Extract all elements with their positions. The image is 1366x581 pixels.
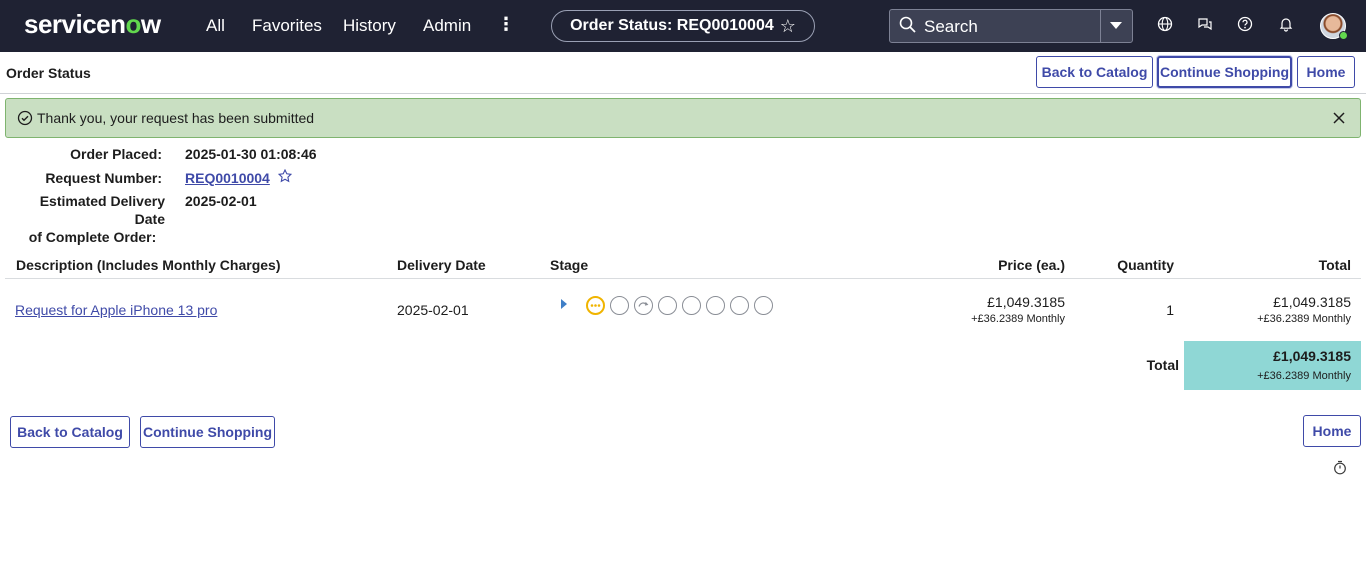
presence-status-icon [1339, 31, 1348, 40]
search-input[interactable]: Search [924, 17, 978, 37]
column-header-stage: Stage [550, 257, 589, 273]
item-price-monthly: +£36.2389 Monthly [971, 313, 1065, 325]
nav-favorites[interactable]: Favorites [252, 16, 322, 36]
stage-pending-icon[interactable] [754, 296, 773, 315]
top-navigation-bar: servicenow All Favorites History Admin ⋮… [0, 0, 1366, 52]
expand-stage-icon[interactable] [561, 299, 567, 309]
nav-all[interactable]: All [206, 16, 225, 36]
search-scope-dropdown-icon[interactable] [1110, 22, 1122, 29]
column-header-description: Description (Includes Monthly Charges) [16, 257, 281, 273]
estimated-delivery-value: 2025-02-01 [185, 193, 257, 209]
item-quantity: 1 [1166, 302, 1174, 318]
user-avatar[interactable] [1320, 13, 1348, 40]
column-header-delivery-date: Delivery Date [397, 257, 486, 273]
more-menu-icon[interactable]: ⋮ [497, 14, 515, 35]
timer-icon[interactable] [1333, 460, 1347, 480]
stage-pending-icon[interactable] [610, 296, 629, 315]
back-to-catalog-button[interactable]: Back to Catalog [1036, 56, 1153, 88]
order-placed-label: Order Placed: [70, 146, 162, 162]
stage-in-progress-icon[interactable] [586, 296, 605, 315]
context-title-pill[interactable]: Order Status: REQ0010004 ☆ [551, 10, 815, 42]
stage-approval-icon[interactable] [634, 296, 653, 315]
header-divider [0, 93, 1366, 94]
logo-text-pre: servicen [24, 9, 126, 39]
estimated-delivery-label-line2: of Complete Order: [28, 229, 157, 245]
home-button[interactable]: Home [1297, 56, 1355, 88]
estimated-delivery-label-line1: Estimated Delivery Date [39, 193, 165, 227]
chat-icon[interactable] [1197, 16, 1213, 37]
logo-text-o: o [125, 9, 142, 39]
grand-total-cell: £1,049.3185 +£36.2389 Monthly [1184, 341, 1361, 390]
item-delivery-date: 2025-02-01 [397, 302, 469, 318]
grand-total-label: Total [1146, 357, 1179, 373]
global-search[interactable]: Search [889, 9, 1133, 43]
grand-total-value: £1,049.3185 [1273, 348, 1351, 364]
continue-shopping-button[interactable]: Continue Shopping [1157, 56, 1292, 88]
footer-back-to-catalog-button[interactable]: Back to Catalog [10, 416, 130, 448]
order-placed-value: 2025-01-30 01:08:46 [185, 146, 317, 162]
column-header-price: Price (ea.) [998, 257, 1065, 273]
success-alert: Thank you, your request has been submitt… [5, 98, 1361, 138]
item-total: £1,049.3185 [1273, 294, 1351, 310]
search-icon [899, 16, 917, 39]
footer-home-button[interactable]: Home [1303, 415, 1361, 447]
stage-pending-icon[interactable] [658, 296, 677, 315]
search-divider [1100, 10, 1101, 42]
logo-text-post: w [140, 9, 161, 39]
column-header-quantity: Quantity [1117, 257, 1174, 273]
globe-icon[interactable] [1157, 16, 1173, 37]
nav-admin[interactable]: Admin [423, 16, 471, 36]
stage-pending-icon[interactable] [682, 296, 701, 315]
nav-history[interactable]: History [343, 16, 396, 36]
grand-total-monthly: +£36.2389 Monthly [1257, 370, 1351, 382]
favorite-star-icon[interactable] [277, 168, 293, 188]
item-price: £1,049.3185 [987, 294, 1065, 310]
favorite-star-icon[interactable]: ☆ [780, 16, 796, 37]
item-total-monthly: +£36.2389 Monthly [1257, 313, 1351, 325]
context-title: Order Status: REQ0010004 [570, 17, 774, 34]
stage-pending-icon[interactable] [730, 296, 749, 315]
request-number-label: Request Number: [45, 170, 162, 186]
help-icon[interactable] [1237, 16, 1253, 37]
request-number-link[interactable]: REQ0010004 [185, 169, 270, 187]
servicenow-logo[interactable]: servicenow [24, 9, 161, 40]
table-header-divider [5, 278, 1361, 279]
page-title: Order Status [6, 65, 91, 81]
bell-icon[interactable] [1278, 16, 1294, 37]
check-circle-icon [17, 110, 33, 131]
estimated-delivery-label: Estimated Delivery Date of Complete Orde… [6, 192, 165, 246]
column-header-total: Total [1318, 257, 1351, 273]
item-description-link[interactable]: Request for Apple iPhone 13 pro [15, 302, 217, 318]
alert-message: Thank you, your request has been submitt… [37, 110, 315, 126]
close-icon[interactable] [1332, 111, 1346, 130]
stage-pending-icon[interactable] [706, 296, 725, 315]
footer-continue-shopping-button[interactable]: Continue Shopping [140, 416, 275, 448]
